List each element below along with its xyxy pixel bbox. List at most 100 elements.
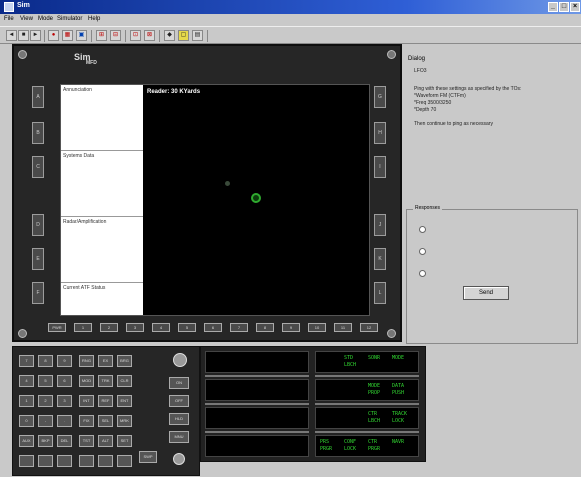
key-6[interactable]: 6 [57, 375, 72, 387]
key-extra-5[interactable] [98, 455, 113, 467]
radar-contact-blip[interactable] [225, 181, 230, 186]
close-icon[interactable]: × [570, 2, 580, 12]
key-3[interactable]: 3 [57, 395, 72, 407]
key-2[interactable]: 2 [38, 395, 53, 407]
play-icon[interactable]: ► [30, 30, 41, 41]
key-extra-2[interactable] [38, 455, 53, 467]
key-1[interactable]: 1 [19, 395, 34, 407]
record-icon[interactable]: ● [48, 30, 59, 41]
osb-bottom-pwr[interactable]: PWR [48, 323, 66, 332]
key-5[interactable]: 5 [38, 375, 53, 387]
key-mod[interactable]: MOD [79, 375, 94, 387]
osb-left-2[interactable]: B [32, 122, 44, 144]
key-side-on[interactable]: ON [169, 377, 189, 389]
menu-mode[interactable]: Mode [38, 16, 53, 22]
response-radio-2[interactable] [419, 248, 426, 255]
response-radio-1[interactable] [419, 226, 426, 233]
rotary-knob-icon[interactable] [173, 353, 187, 367]
key-extra-3[interactable] [57, 455, 72, 467]
osb-left-5[interactable]: E [32, 248, 44, 270]
lcd-readout [205, 351, 309, 373]
small-knob-icon[interactable] [173, 453, 185, 465]
key-alt[interactable]: ALT [98, 435, 113, 447]
key-sel[interactable]: SEL [98, 415, 113, 427]
menu-view[interactable]: View [20, 16, 33, 22]
osb-bottom-2[interactable]: 2 [100, 323, 118, 332]
key-dot[interactable]: . [57, 415, 72, 427]
osb-right-4[interactable]: J [374, 214, 386, 236]
osb-bottom-10[interactable]: 10 [308, 323, 326, 332]
osb-bottom-11[interactable]: 11 [334, 323, 352, 332]
key-ref[interactable]: REF [98, 395, 113, 407]
osb-bottom-9[interactable]: 9 [282, 323, 300, 332]
osb-right-6[interactable]: L [374, 282, 386, 304]
response-radio-3[interactable] [419, 270, 426, 277]
key-trk[interactable]: TRK [98, 375, 113, 387]
key-9[interactable]: 9 [57, 355, 72, 367]
menu-help[interactable]: Help [88, 16, 100, 22]
osb-bottom-8[interactable]: 8 [256, 323, 274, 332]
key-mrk[interactable]: MRK [117, 415, 132, 427]
key-aux[interactable]: AUX [19, 435, 34, 447]
key-side-swp[interactable]: SWP [139, 451, 157, 463]
osb-bottom-6[interactable]: 6 [204, 323, 222, 332]
osb-bottom-5[interactable]: 5 [178, 323, 196, 332]
marker-icon[interactable]: ◆ [164, 30, 175, 41]
key-set[interactable]: SET [117, 435, 132, 447]
osb-right-3[interactable]: I [374, 156, 386, 178]
key-extra-6[interactable] [117, 455, 132, 467]
radar-target-icon[interactable] [251, 193, 261, 203]
key-rng[interactable]: RNG [79, 355, 94, 367]
send-button[interactable]: Send [463, 286, 509, 300]
rewind-icon[interactable]: ◄ [6, 30, 17, 41]
display-icon[interactable]: ▣ [76, 30, 87, 41]
key-clr[interactable]: CLR [117, 375, 132, 387]
key-side-mnu[interactable]: MNU [169, 431, 189, 443]
key-extra-4[interactable] [79, 455, 94, 467]
list-icon[interactable]: ▤ [192, 30, 203, 41]
key-brg[interactable]: BRG [117, 355, 132, 367]
osb-bottom-4[interactable]: 4 [152, 323, 170, 332]
osb-bottom-3[interactable]: 3 [126, 323, 144, 332]
osb-left-6[interactable]: F [32, 282, 44, 304]
view-icon[interactable]: ⊡ [130, 30, 141, 41]
stop-icon[interactable]: ■ [18, 30, 29, 41]
grid-icon[interactable]: ▦ [62, 30, 73, 41]
key-minus[interactable]: - [38, 415, 53, 427]
key-extra-1[interactable] [19, 455, 34, 467]
key-0[interactable]: 0 [19, 415, 34, 427]
key-ex[interactable]: EX [98, 355, 113, 367]
key-7[interactable]: 7 [19, 355, 34, 367]
osb-right-2[interactable]: H [374, 122, 386, 144]
layout-icon[interactable]: ⊟ [110, 30, 121, 41]
osb-left-1[interactable]: A [32, 86, 44, 108]
key-del[interactable]: DEL [57, 435, 72, 447]
osb-right-5[interactable]: K [374, 248, 386, 270]
key-4[interactable]: 4 [19, 375, 34, 387]
window-cell-radar[interactable]: Radar/Amplification [61, 217, 143, 283]
key-ent[interactable]: ENT [117, 395, 132, 407]
key-fix[interactable]: FIX [79, 415, 94, 427]
window-cell-systems-data[interactable]: Systems Data [61, 151, 143, 217]
panel-icon[interactable]: ⊞ [96, 30, 107, 41]
osb-left-3[interactable]: C [32, 156, 44, 178]
window-cell-atf-status[interactable]: Current ATF Status [61, 283, 143, 317]
osb-left-4[interactable]: D [32, 214, 44, 236]
window-icon[interactable]: ⊠ [144, 30, 155, 41]
window-cell-annunciation[interactable]: Annunciation [61, 85, 143, 151]
frame-icon[interactable]: ▢ [178, 30, 189, 41]
maximize-icon[interactable]: □ [559, 2, 569, 12]
osb-bottom-12[interactable]: 12 [360, 323, 378, 332]
menu-simulator[interactable]: Simulator [57, 16, 82, 22]
key-side-hld[interactable]: HLD [169, 413, 189, 425]
key-int[interactable]: INT [79, 395, 94, 407]
key-side-off[interactable]: OFF [169, 395, 189, 407]
osb-bottom-7[interactable]: 7 [230, 323, 248, 332]
key-bkp[interactable]: BKP [38, 435, 53, 447]
key-tst[interactable]: TST [79, 435, 94, 447]
menu-file[interactable]: File [4, 16, 14, 22]
minimize-icon[interactable]: _ [548, 2, 558, 12]
osb-right-1[interactable]: G [374, 86, 386, 108]
key-8[interactable]: 8 [38, 355, 53, 367]
osb-bottom-1[interactable]: 1 [74, 323, 92, 332]
